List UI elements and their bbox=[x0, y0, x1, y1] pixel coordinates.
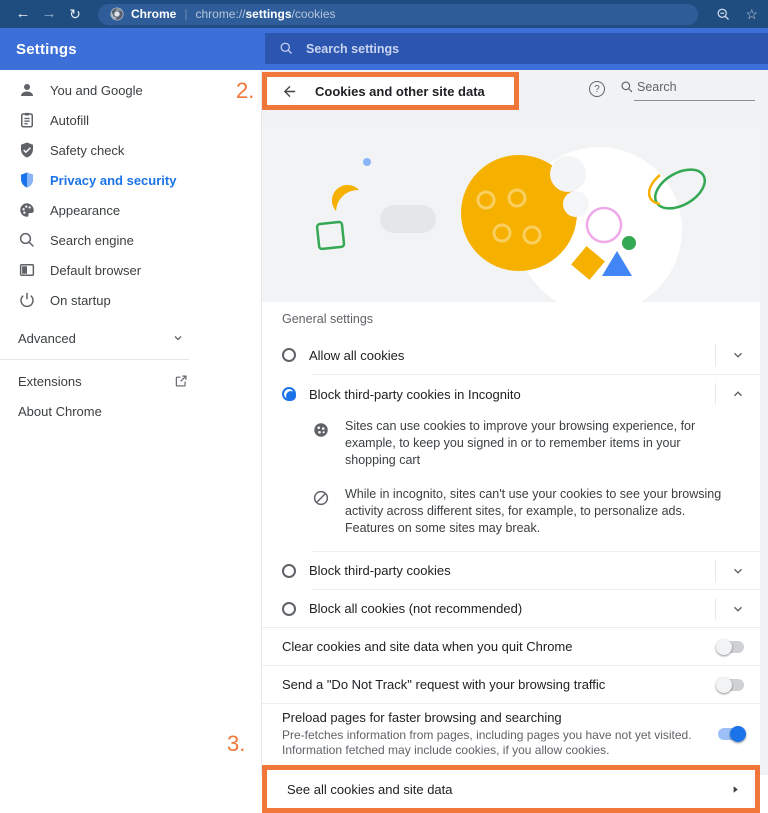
chevron-down-icon[interactable] bbox=[716, 602, 760, 616]
radio-unchecked[interactable] bbox=[282, 602, 296, 616]
subpage-search-input[interactable]: Search bbox=[620, 80, 677, 94]
address-bar[interactable]: Chrome | chrome://settings/cookies bbox=[98, 4, 698, 25]
address-app-name: Chrome bbox=[131, 7, 176, 21]
person-icon bbox=[18, 81, 36, 99]
back-icon[interactable]: ← bbox=[10, 0, 36, 28]
sidebar-item-appearance[interactable]: Appearance bbox=[0, 195, 261, 225]
preload-label: Preload pages for faster browsing and se… bbox=[282, 710, 694, 726]
incognito-detail-blocked: While in incognito, sites can't use your… bbox=[262, 477, 760, 551]
reload-icon[interactable]: ↻ bbox=[62, 0, 88, 28]
cookies-card: General settings Allow all cookies Bloc bbox=[262, 127, 760, 813]
toggle-knob bbox=[716, 677, 732, 693]
settings-header: Settings Search settings bbox=[0, 28, 768, 70]
chevron-down-icon[interactable] bbox=[716, 564, 760, 578]
cookie-illustration bbox=[262, 127, 760, 302]
sidebar-item-privacy-and-security[interactable]: Privacy and security bbox=[0, 165, 261, 195]
address-url: chrome://settings/cookies bbox=[195, 7, 335, 21]
bookmark-star-icon[interactable]: ☆ bbox=[745, 6, 758, 23]
zoom-out-icon[interactable] bbox=[716, 7, 731, 22]
subpage-title: Cookies and other site data bbox=[315, 84, 485, 99]
search-icon bbox=[279, 41, 294, 56]
subpage-arrow-icon bbox=[730, 784, 741, 795]
annotation-box-3: See all cookies and site data bbox=[262, 765, 760, 813]
cookie-icon bbox=[312, 421, 330, 439]
toggle-off[interactable] bbox=[718, 679, 744, 691]
sidebar-item-safety-check[interactable]: Safety check bbox=[0, 135, 261, 165]
help-icon[interactable]: ? bbox=[589, 81, 605, 97]
settings-sidebar: You and Google Autofill Safety check bbox=[0, 70, 262, 775]
subpage-search-underline bbox=[634, 100, 755, 101]
autofill-icon bbox=[18, 111, 36, 129]
external-link-icon bbox=[174, 374, 188, 388]
toggle-knob bbox=[716, 639, 732, 655]
radio-row-block-all[interactable]: Block all cookies (not recommended) bbox=[262, 590, 760, 627]
incognito-detail-cookies: Sites can use cookies to improve your br… bbox=[262, 413, 760, 477]
browser-toolbar: ← → ↻ Chrome | chrome://settings/cookies… bbox=[0, 0, 768, 28]
preload-sublabel: Pre-fetches information from pages, incl… bbox=[282, 728, 694, 758]
radio-unchecked[interactable] bbox=[282, 348, 296, 362]
radio-checked[interactable] bbox=[282, 387, 296, 401]
chevron-up-icon[interactable] bbox=[716, 387, 760, 401]
forward-icon[interactable]: → bbox=[36, 0, 62, 28]
toggle-row-clear-on-quit[interactable]: Clear cookies and site data when you qui… bbox=[262, 628, 760, 665]
subpage-header: Cookies and other site data ? Search bbox=[262, 70, 768, 127]
toggle-off[interactable] bbox=[718, 641, 744, 653]
radio-row-block-third-party-incognito[interactable]: Block third-party cookies in Incognito bbox=[262, 375, 760, 413]
subpage-search-placeholder: Search bbox=[637, 80, 677, 94]
toggle-row-do-not-track[interactable]: Send a "Do Not Track" request with your … bbox=[262, 666, 760, 703]
sidebar-item-extensions[interactable]: Extensions bbox=[0, 366, 261, 396]
toggle-knob bbox=[730, 726, 746, 742]
power-icon bbox=[18, 291, 36, 309]
sidebar-item-default-browser[interactable]: Default browser bbox=[0, 255, 261, 285]
address-separator: | bbox=[184, 7, 187, 21]
toggle-row-preload-pages[interactable]: Preload pages for faster browsing and se… bbox=[262, 704, 760, 765]
safety-check-icon bbox=[18, 141, 36, 159]
annotation-box-2: Cookies and other site data bbox=[262, 72, 519, 110]
radio-row-block-third-party[interactable]: Block third-party cookies bbox=[262, 552, 760, 589]
search-icon bbox=[18, 231, 36, 249]
radio-unchecked[interactable] bbox=[282, 564, 296, 578]
search-settings-input[interactable]: Search settings bbox=[265, 33, 768, 64]
browser-icon bbox=[18, 261, 36, 279]
search-icon bbox=[620, 80, 634, 94]
sidebar-item-autofill[interactable]: Autofill bbox=[0, 105, 261, 135]
settings-title: Settings bbox=[16, 41, 77, 58]
toggle-on[interactable] bbox=[718, 728, 744, 740]
screen: ← → ↻ Chrome | chrome://settings/cookies… bbox=[0, 0, 768, 775]
chevron-down-icon bbox=[172, 332, 184, 344]
annotation-step-3: 3. bbox=[227, 731, 245, 757]
see-all-cookies-row[interactable]: See all cookies and site data bbox=[267, 770, 755, 808]
palette-icon bbox=[18, 201, 36, 219]
cookie-banner-illustration bbox=[262, 127, 760, 302]
search-settings-placeholder: Search settings bbox=[306, 42, 399, 56]
chrome-logo-icon bbox=[110, 7, 124, 21]
chevron-down-icon[interactable] bbox=[716, 348, 760, 362]
sidebar-item-on-startup[interactable]: On startup bbox=[0, 285, 261, 315]
blocked-icon bbox=[312, 489, 330, 507]
settings-content: Cookies and other site data ? Search bbox=[262, 70, 768, 775]
sidebar-divider bbox=[0, 359, 189, 360]
sidebar-item-you-and-google[interactable]: You and Google bbox=[0, 75, 261, 105]
radio-row-allow-all-cookies[interactable]: Allow all cookies bbox=[262, 336, 760, 374]
sidebar-advanced-toggle[interactable]: Advanced bbox=[0, 323, 261, 353]
sidebar-item-search-engine[interactable]: Search engine bbox=[0, 225, 261, 255]
privacy-shield-icon bbox=[18, 171, 36, 189]
sidebar-item-about-chrome[interactable]: About Chrome bbox=[0, 396, 261, 426]
general-settings-label: General settings bbox=[262, 302, 760, 336]
annotation-step-2: 2. bbox=[236, 78, 254, 104]
back-arrow-icon[interactable] bbox=[281, 83, 298, 100]
